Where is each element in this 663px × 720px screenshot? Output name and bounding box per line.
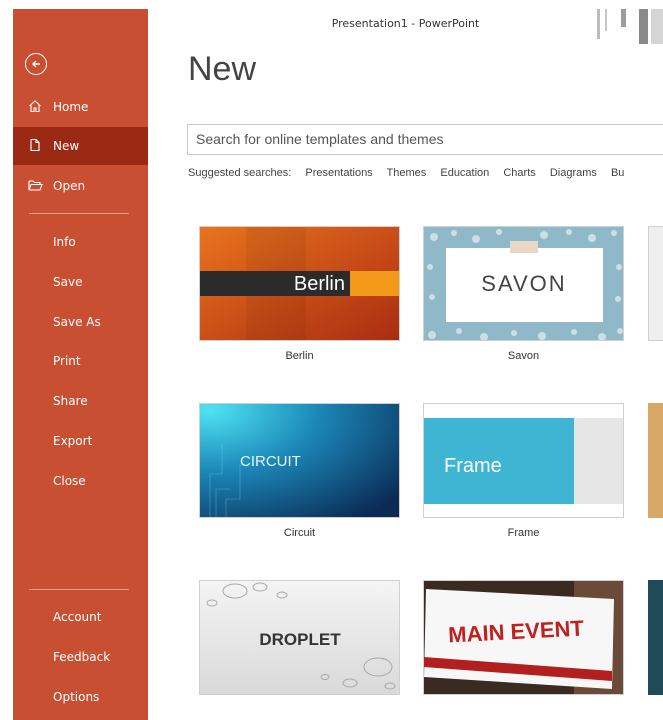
template-thumb-circuit[interactable]: CIRCUIT xyxy=(199,403,400,518)
thumb-text-savon: SAVON xyxy=(481,271,566,296)
thumb-text-berlin: Berlin xyxy=(294,273,345,295)
back-button[interactable] xyxy=(25,53,47,75)
back-arrow-icon xyxy=(32,60,40,68)
window-top-edge xyxy=(0,0,663,9)
thumb-text-circuit: CIRCUIT xyxy=(240,453,301,470)
home-icon xyxy=(27,98,43,114)
template-search-input[interactable]: Search for online templates and themes xyxy=(187,124,663,155)
template-name-savon: Savon xyxy=(507,350,540,362)
sidebar-item-label: Share xyxy=(53,394,88,408)
suggested-link-themes[interactable]: Themes xyxy=(387,167,427,179)
sidebar-item-share[interactable]: Share xyxy=(13,382,148,420)
template-name-frame: Frame xyxy=(507,527,540,539)
sidebar-item-close[interactable]: Close xyxy=(13,462,148,500)
suggested-link-presentations[interactable]: Presentations xyxy=(305,167,372,179)
window-title: Presentation1 - PowerPoint xyxy=(331,17,480,30)
sidebar-item-print[interactable]: Print xyxy=(13,342,148,380)
suggested-label: Suggested searches: xyxy=(188,167,292,179)
folder-open-icon xyxy=(27,177,43,193)
template-thumb-frame[interactable]: Frame xyxy=(423,403,624,518)
sidebar-item-export[interactable]: Export xyxy=(13,422,148,460)
sidebar-item-label: Home xyxy=(53,100,89,114)
suggested-link-business[interactable]: Bu xyxy=(611,167,624,179)
sidebar-item-info[interactable]: Info xyxy=(13,223,148,261)
sidebar-item-save-as[interactable]: Save As xyxy=(13,303,148,341)
template-thumb-partial[interactable] xyxy=(648,226,663,341)
sidebar-item-account[interactable]: Account xyxy=(13,598,148,636)
suggested-link-diagrams[interactable]: Diagrams xyxy=(550,167,597,179)
sidebar-item-open[interactable]: Open xyxy=(13,167,148,205)
sidebar-item-label: Account xyxy=(53,610,102,624)
sidebar-divider xyxy=(29,213,129,214)
backstage-sidebar: Home New Open Info Save Save As Print Sh… xyxy=(13,9,148,720)
new-file-icon xyxy=(27,137,43,153)
sidebar-item-save[interactable]: Save xyxy=(13,263,148,301)
template-thumb-berlin[interactable]: Berlin xyxy=(199,226,400,341)
sidebar-item-label: New xyxy=(53,139,80,153)
template-thumb-droplet[interactable]: DROPLET xyxy=(199,580,400,695)
search-placeholder: Search for online templates and themes xyxy=(196,131,444,147)
sidebar-item-label: Save xyxy=(53,275,83,289)
template-thumb-savon[interactable]: SAVON xyxy=(423,226,624,341)
sidebar-item-feedback[interactable]: Feedback xyxy=(13,638,148,676)
sidebar-item-label: Open xyxy=(53,179,86,193)
window-left-edge xyxy=(0,0,13,720)
sidebar-item-label: Options xyxy=(53,690,100,704)
thumb-text-frame: Frame xyxy=(444,455,502,477)
sidebar-item-label: Feedback xyxy=(53,650,111,664)
sidebar-item-new[interactable]: New xyxy=(13,127,148,165)
sidebar-item-label: Info xyxy=(53,235,76,249)
title-bar-decoration xyxy=(593,9,663,44)
template-thumb-main-event[interactable]: MAIN EVENT xyxy=(423,580,624,695)
sidebar-divider xyxy=(29,589,129,590)
sidebar-item-label: Close xyxy=(53,474,86,488)
page-title: New xyxy=(188,50,257,88)
sidebar-item-options[interactable]: Options xyxy=(13,678,148,716)
template-name-berlin: Berlin xyxy=(285,350,314,362)
template-name-circuit: Circuit xyxy=(283,527,316,539)
sidebar-item-label: Print xyxy=(53,354,81,368)
template-thumb-partial[interactable] xyxy=(648,403,663,518)
sidebar-item-label: Save As xyxy=(53,315,101,329)
suggested-link-education[interactable]: Education xyxy=(440,167,489,179)
sidebar-item-label: Export xyxy=(53,434,93,448)
sidebar-item-home[interactable]: Home xyxy=(13,88,148,126)
template-thumb-partial[interactable] xyxy=(648,580,663,695)
thumb-text-droplet: DROPLET xyxy=(259,630,341,649)
suggested-link-charts[interactable]: Charts xyxy=(503,167,535,179)
suggested-searches: Suggested searches: Presentations Themes… xyxy=(188,167,635,179)
